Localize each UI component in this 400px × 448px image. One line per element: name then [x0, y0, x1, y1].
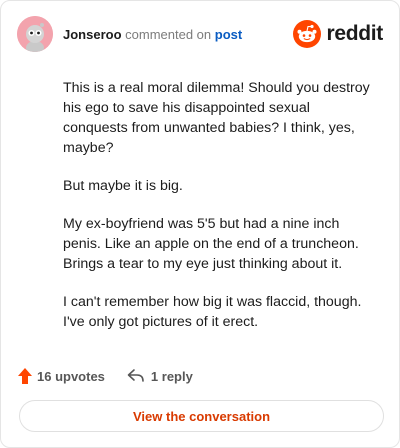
comment-body: This is a real moral dilemma! Should you… [63, 78, 375, 350]
upvote-button[interactable]: 16 upvotes [17, 367, 105, 385]
username-link[interactable]: Jonseroo [63, 27, 122, 42]
comment-header: Jonseroo commented on post reddit [17, 16, 383, 54]
comment-paragraph: I can't remember how big it was flaccid,… [63, 294, 362, 330]
comment-embed-card: Jonseroo commented on post reddit This i… [0, 0, 400, 448]
reply-count: 1 reply [150, 368, 193, 384]
comment-paragraph: But maybe it is big. [63, 178, 183, 194]
reply-arrow-icon [127, 369, 144, 382]
upvote-count: 16 upvotes [37, 368, 105, 384]
reddit-wordmark: reddit [326, 22, 383, 45]
reply-button[interactable]: 1 reply [127, 368, 193, 384]
view-conversation-button[interactable]: View the conversation [19, 400, 384, 432]
comment-paragraph: This is a real moral dilemma! Should you… [63, 80, 370, 156]
upvote-arrow-icon [18, 368, 32, 384]
snoo-avatar-icon [17, 16, 53, 52]
user-avatar[interactable] [17, 16, 53, 52]
comment-paragraph: My ex-boyfriend was 5'5 but had a nine i… [63, 216, 359, 272]
comment-byline: Jonseroo commented on post [63, 27, 242, 42]
reddit-brand[interactable]: reddit [293, 20, 383, 48]
post-link[interactable]: post [215, 27, 242, 42]
action-text: commented on [125, 27, 212, 42]
comment-actions: 16 upvotes 1 reply [17, 365, 193, 387]
reddit-logo-icon [293, 20, 322, 48]
